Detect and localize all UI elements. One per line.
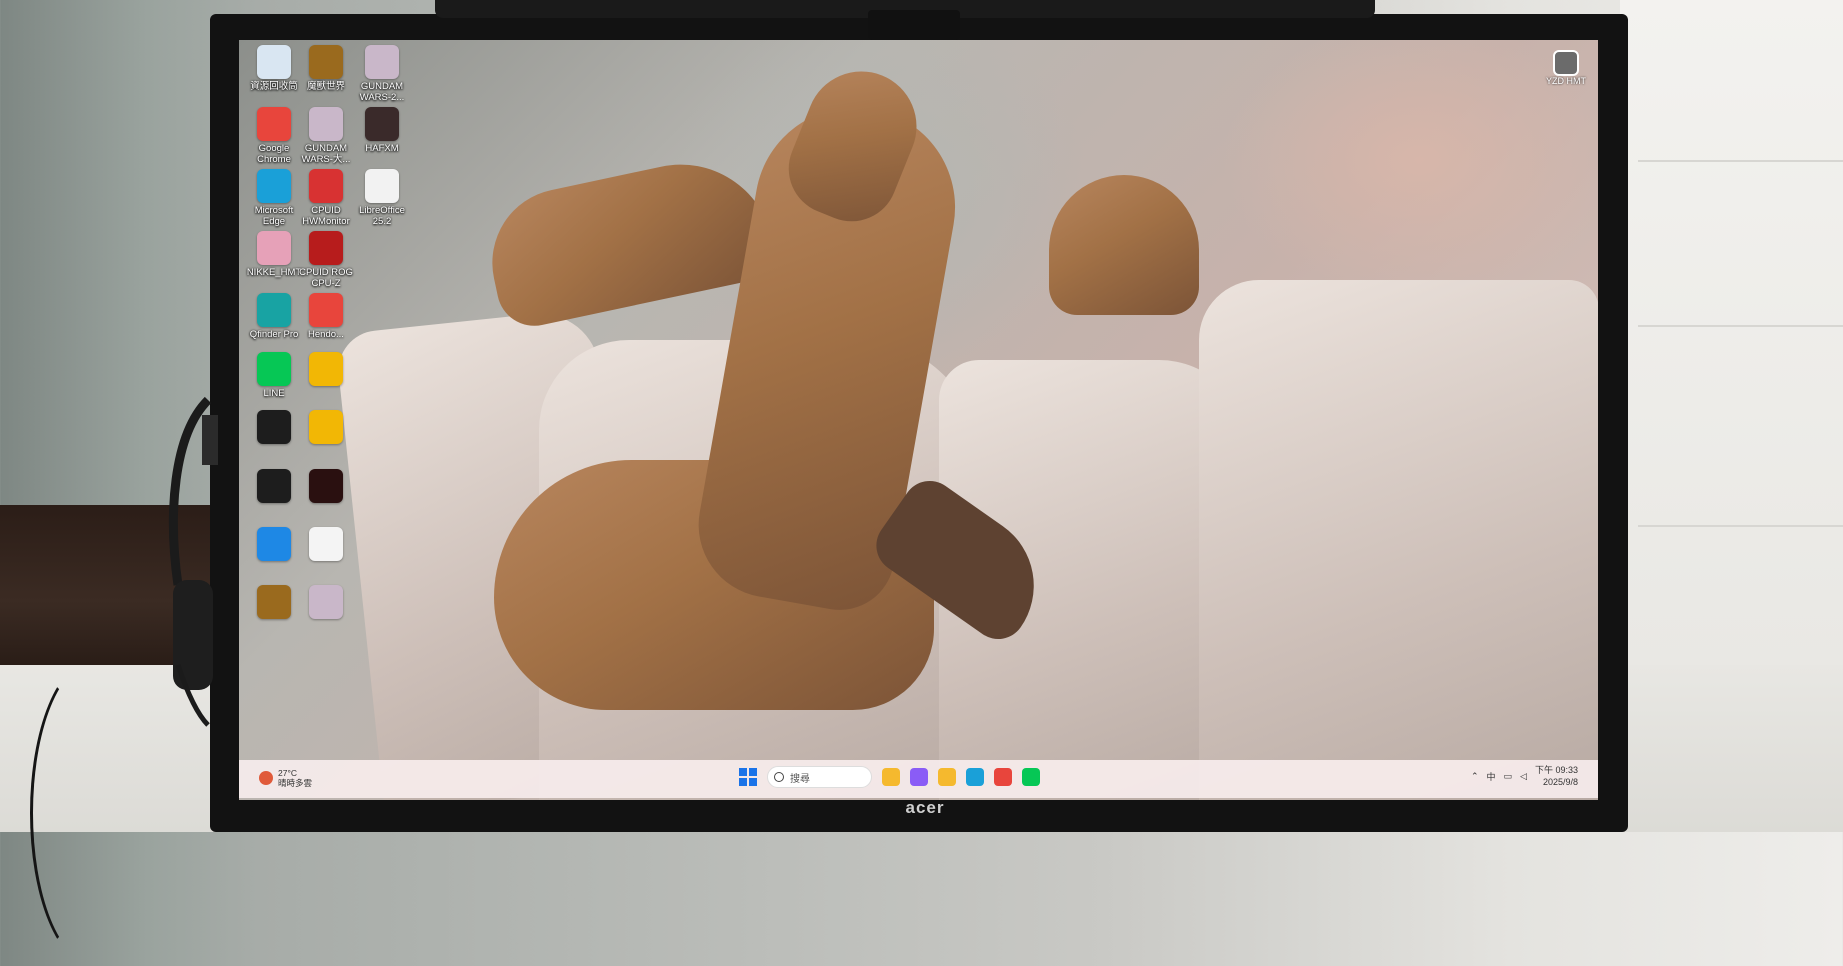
webcam [868, 10, 960, 40]
ime-indicator[interactable]: 中 [1487, 770, 1496, 783]
network-icon[interactable]: ▭ [1504, 771, 1513, 782]
search-icon [774, 772, 784, 782]
desktop-icon-label: LibreOffice 25.2 [359, 205, 405, 227]
game-launcher-icon [309, 469, 343, 503]
desktop-icon[interactable] [295, 585, 357, 621]
desktop-screen[interactable] [239, 40, 1598, 800]
volume-icon[interactable]: ◁ [1520, 771, 1527, 782]
line-icon[interactable] [1022, 768, 1040, 786]
desktop-icon-label: GUNDAM WARS-2... [359, 81, 405, 103]
desktop-icon[interactable]: GUNDAM WARS-大... [295, 107, 357, 165]
desktop-icon[interactable] [295, 352, 357, 388]
desktop-icon-label: CPUID HWMonitor [302, 205, 350, 227]
corner-widget[interactable]: YZD HMT [1535, 50, 1597, 86]
nox-icon [257, 410, 291, 444]
chevron-up-icon[interactable]: ⌃ [1471, 771, 1479, 782]
clock-time: 下午 09:33 [1534, 765, 1578, 775]
power-app-icon [309, 410, 343, 444]
cable [30, 660, 156, 966]
recycle-bin-icon [257, 45, 291, 79]
start-button[interactable] [739, 768, 757, 786]
widget-icon [1553, 50, 1579, 76]
weather-icon [259, 771, 273, 785]
desktop-icon-label: HAFXM [365, 143, 399, 154]
headset [168, 396, 218, 727]
weather-desc: 晴時多雲 [278, 778, 313, 788]
file-explorer-icon[interactable] [882, 768, 900, 786]
folder-icon[interactable] [938, 768, 956, 786]
nox-icon [257, 469, 291, 503]
line-icon [257, 352, 291, 386]
chrome-icon[interactable] [994, 768, 1012, 786]
weather-widget[interactable]: 27°C 晴時多雲 [259, 768, 312, 788]
network-app-icon [257, 527, 291, 561]
rog-cpuz-icon [309, 231, 343, 265]
gundam-icon [365, 45, 399, 79]
copilot-icon[interactable] [910, 768, 928, 786]
desktop-icon[interactable]: GUNDAM WARS-2... [351, 45, 413, 103]
desktop-icon[interactable] [295, 469, 357, 505]
clock-date: 2025/9/8 [1542, 777, 1578, 787]
chrome-app-icon [309, 293, 343, 327]
pinned-apps [882, 768, 1040, 786]
wallpaper-seal [1049, 175, 1199, 315]
desktop-icon[interactable]: LibreOffice 25.2 [351, 169, 413, 227]
ring-app-icon [309, 352, 343, 386]
chrome-icon [257, 107, 291, 141]
search-box[interactable]: 搜尋 [767, 766, 872, 788]
background-wall [1620, 0, 1843, 665]
gundam-icon [309, 107, 343, 141]
desktop-icon[interactable]: 魔獸世界 [295, 45, 357, 92]
system-tray: ⌃ 中 ▭ ◁ 下午 09:33 2025/9/8 [1471, 764, 1578, 788]
desktop-icon[interactable] [295, 527, 357, 563]
gundam-icon [309, 585, 343, 619]
desktop-icon-label: GUNDAM WARS-大... [301, 143, 351, 165]
desktop-icon-label: 魔獸世界 [306, 81, 345, 92]
monitor-brand-logo: acer [905, 798, 945, 817]
wallpaper-rock [1199, 280, 1598, 800]
edge-icon[interactable] [966, 768, 984, 786]
wallpaper-seal [478, 147, 780, 333]
nikke-icon [257, 231, 291, 265]
clock[interactable]: 下午 09:33 2025/9/8 [1535, 764, 1578, 788]
haf-icon [365, 107, 399, 141]
weather-temp: 27°C [278, 768, 297, 778]
taskbar-center: 搜尋 [739, 766, 1040, 788]
desktop-icon-label: LINE [263, 388, 285, 399]
desktop-icon[interactable]: Hendo... [295, 293, 357, 340]
taskbar: 27°C 晴時多雲 搜尋 ⌃ 中 ▭ ◁ 下午 09:33 2025/9/8 [239, 760, 1598, 798]
desktop-icon[interactable]: HAFXM [351, 107, 413, 154]
qfinder-icon [257, 293, 291, 327]
wow-icon [309, 45, 343, 79]
desktop-icon[interactable]: CPUID ROG CPU-Z [295, 231, 357, 289]
libreoffice-icon [365, 169, 399, 203]
wall-tile-line [1638, 525, 1843, 527]
hwmonitor-icon [309, 169, 343, 203]
search-placeholder: 搜尋 [790, 773, 810, 785]
corner-widget-label: YZD HMT [1546, 76, 1586, 86]
desktop-icon[interactable] [295, 410, 357, 446]
desktop-icon[interactable]: CPUID HWMonitor [295, 169, 357, 227]
wall-tile-line [1638, 325, 1843, 327]
wall-tile-line [1638, 160, 1843, 162]
edge-icon [257, 169, 291, 203]
file-icon [309, 527, 343, 561]
desktop-icon-label: Hendo... [308, 329, 344, 340]
desktop-icon-label: CPUID ROG CPU-Z [299, 267, 353, 289]
wow-icon [257, 585, 291, 619]
